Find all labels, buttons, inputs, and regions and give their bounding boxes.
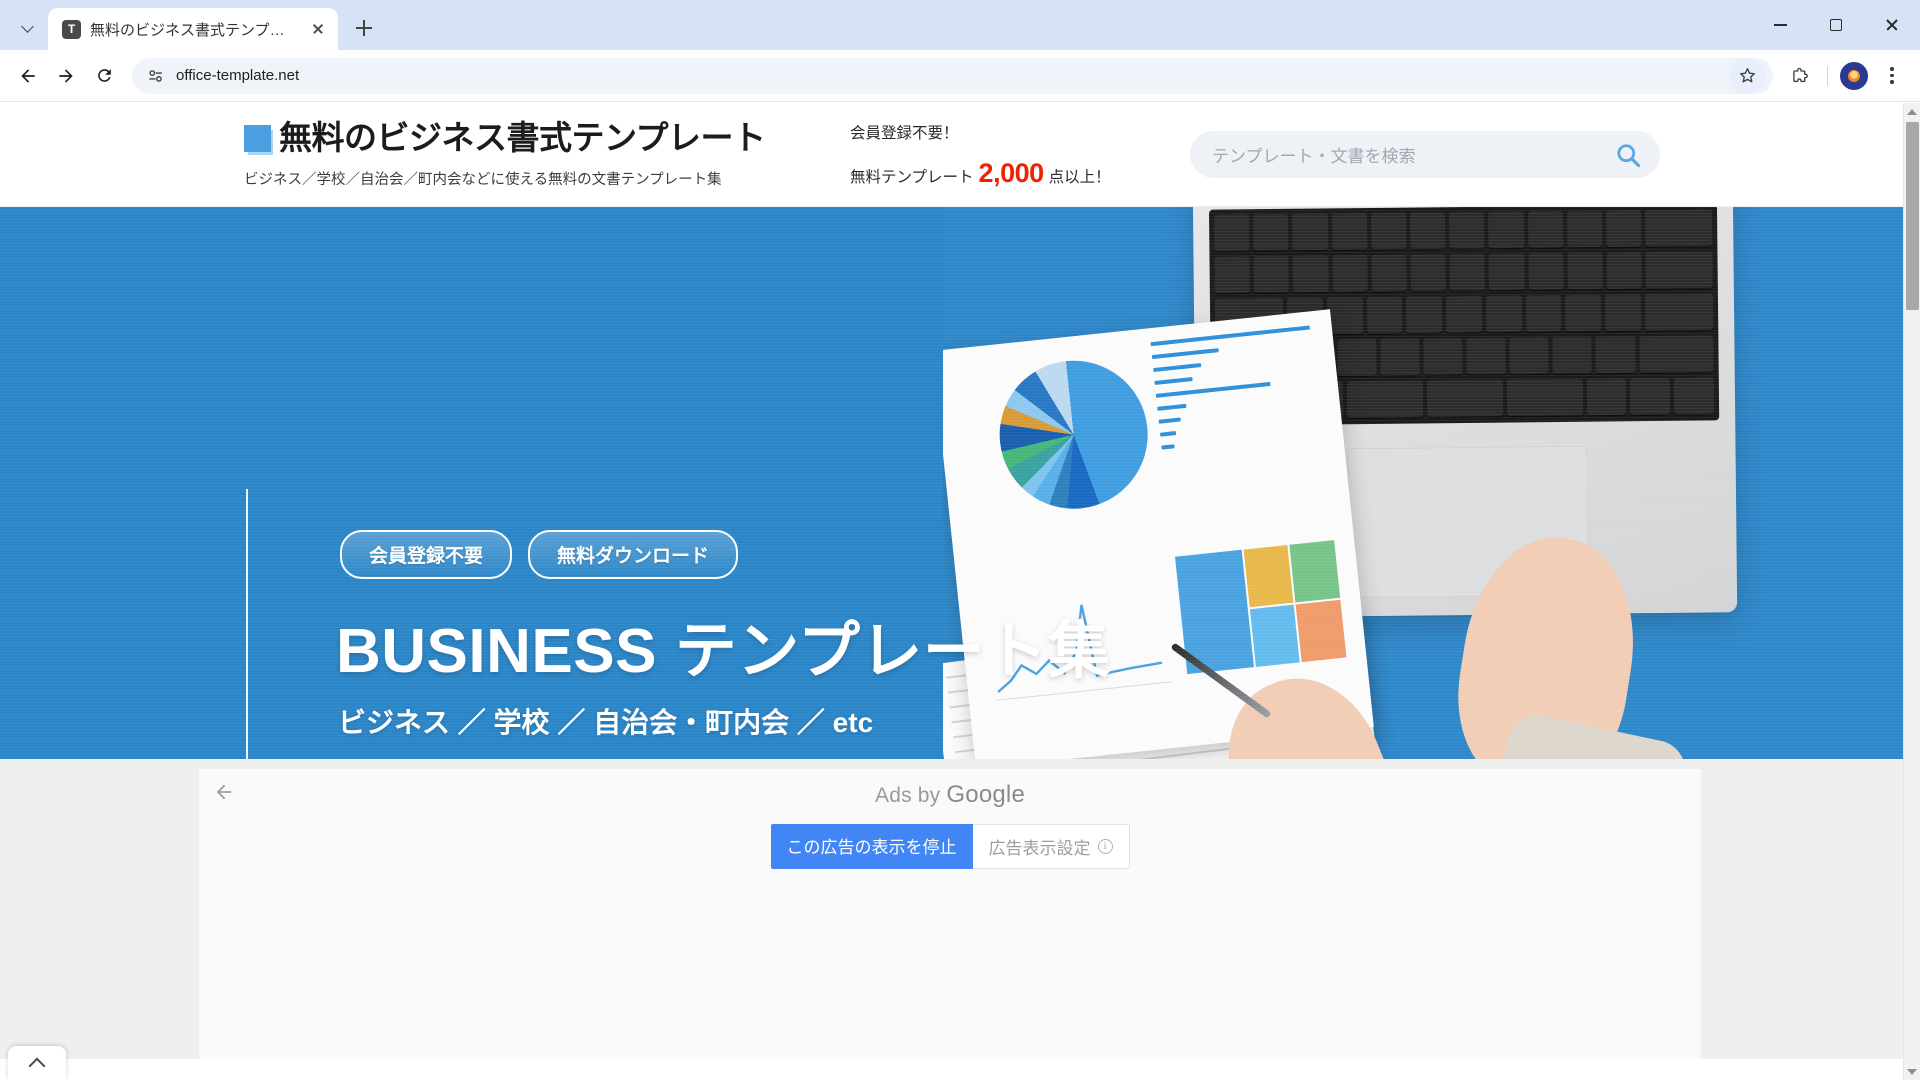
extensions-puzzle-icon	[1793, 67, 1808, 82]
search-icon[interactable]	[1614, 141, 1642, 169]
bookmark-button[interactable]	[1729, 57, 1765, 94]
info-icon: i	[1097, 839, 1113, 854]
ad-zone: Ads by Google この広告の表示を停止 広告表示設定 i	[0, 759, 1903, 1059]
ad-action-buttons: この広告の表示を停止 広告表示設定 i	[199, 824, 1701, 869]
tab-search-button[interactable]	[10, 8, 46, 44]
extensions-button[interactable]	[1783, 58, 1819, 94]
window-close-button[interactable]	[1864, 0, 1920, 50]
close-icon	[312, 23, 324, 35]
new-tab-button[interactable]	[346, 10, 382, 46]
google-ad-container: Ads by Google この広告の表示を停止 広告表示設定 i	[199, 769, 1701, 1059]
scroll-up-arrow-icon	[1907, 108, 1917, 115]
hero-headline: BUSINESS テンプレート集	[336, 617, 1111, 686]
toolbar-right-actions	[1783, 58, 1910, 94]
browser-menu-button[interactable]	[1874, 58, 1910, 94]
browser-window: T 無料のビジネス書式テンプレート office-template.net 無料…	[0, 0, 1920, 1080]
browser-toolbar: office-template.net	[0, 50, 1920, 102]
site-tagline: ビジネス／学校／自治会／町内会などに使える無料の文書テンプレート集	[244, 171, 722, 188]
site-title: 無料のビジネス書式テンプレート	[244, 120, 844, 156]
page-viewport: 無料のビジネス書式テンプレート ビジネス／学校／自治会／町内会などに使える無料の…	[0, 103, 1920, 1080]
browser-tab[interactable]: T 無料のビジネス書式テンプレート	[48, 8, 338, 50]
minimize-icon	[1773, 24, 1787, 26]
site-title-text: 無料のビジネス書式テンプレート	[279, 119, 766, 157]
chevron-down-icon	[23, 21, 34, 32]
plus-icon	[356, 20, 372, 36]
three-dot-menu-icon	[1890, 80, 1894, 84]
promo-suffix: 点以上！	[1048, 168, 1111, 186]
forward-arrow-icon	[59, 68, 73, 83]
forward-button[interactable]	[48, 58, 84, 94]
hero-badges: 会員登録不要 無料ダウンロード	[340, 530, 739, 579]
template-site-favicon: T	[62, 19, 81, 39]
back-arrow-icon	[21, 68, 35, 83]
hero-badge-free-download[interactable]: 無料ダウンロード	[528, 530, 739, 579]
url-text: office-template.net	[176, 67, 300, 84]
ad-settings-label: 広告表示設定	[988, 839, 1091, 858]
web-page: 無料のビジネス書式テンプレート ビジネス／学校／自治会／町内会などに使える無料の…	[0, 103, 1903, 1059]
hero-subheadline: ビジネス ／ 学校 ／ 自治会・町内会 ／ etc	[338, 707, 874, 738]
profile-avatar	[1840, 61, 1868, 90]
profile-button[interactable]	[1836, 58, 1872, 94]
promo-prefix: 無料テンプレート	[850, 168, 974, 186]
back-button[interactable]	[10, 58, 46, 94]
window-controls	[1752, 0, 1920, 50]
maximize-button[interactable]	[1808, 0, 1864, 50]
star-icon	[1739, 68, 1755, 83]
promo-no-registration: 会員登録不要！	[850, 124, 959, 142]
chevron-up-icon	[30, 1056, 44, 1070]
close-icon	[1885, 18, 1899, 32]
scroll-to-top-button[interactable]	[8, 1046, 66, 1080]
tab-close-button[interactable]	[306, 17, 330, 41]
site-brand[interactable]: 無料のビジネス書式テンプレート ビジネス／学校／自治会／町内会などに使える無料の…	[244, 120, 844, 188]
address-bar[interactable]: office-template.net	[132, 57, 1773, 94]
stop-ad-button[interactable]: この広告の表示を停止	[770, 824, 973, 869]
scroll-up-button[interactable]	[1904, 103, 1920, 120]
reload-icon	[97, 69, 111, 82]
book-logo-icon	[244, 124, 271, 152]
maximize-icon	[1830, 19, 1842, 31]
promo-template-count: 無料テンプレート 2,000 点以上！	[850, 158, 1180, 189]
search-box[interactable]: テンプレート・文書を検索	[1190, 131, 1660, 178]
site-settings-icon[interactable]	[146, 66, 166, 86]
scroll-down-arrow-icon	[1907, 1068, 1917, 1075]
ads-by-prefix: Ads by	[874, 784, 947, 807]
tab-strip: T 無料のビジネス書式テンプレート	[0, 0, 1920, 50]
google-wordmark: Google	[946, 781, 1026, 808]
bar-chart-graphic	[1150, 325, 1321, 458]
reload-button[interactable]	[86, 58, 122, 94]
site-header: 無料のビジネス書式テンプレート ビジネス／学校／自治会／町内会などに使える無料の…	[0, 103, 1903, 207]
search-input[interactable]: テンプレート・文書を検索	[1212, 142, 1614, 167]
minimize-button[interactable]	[1752, 0, 1808, 50]
toolbar-divider	[1827, 65, 1828, 86]
three-dot-menu-icon	[1890, 67, 1894, 71]
ads-by-google-label: Ads by Google	[199, 781, 1701, 809]
hero-banner: 会員登録不要 無料ダウンロード BUSINESS テンプレート集 ビジネス ／ …	[0, 207, 1903, 759]
page-scrollbar[interactable]	[1903, 103, 1920, 1080]
promo-count-number: 2,000	[978, 157, 1045, 188]
scrollbar-thumb[interactable]	[1906, 122, 1919, 310]
three-dot-menu-icon	[1890, 73, 1894, 78]
scroll-down-button[interactable]	[1904, 1063, 1920, 1080]
tab-title: 無料のビジネス書式テンプレート	[90, 21, 297, 39]
promo-block: 会員登録不要！ 無料テンプレート 2,000 点以上！	[850, 121, 1180, 189]
ad-settings-button[interactable]: 広告表示設定 i	[972, 824, 1130, 869]
hero-badge-no-registration[interactable]: 会員登録不要	[340, 530, 513, 579]
